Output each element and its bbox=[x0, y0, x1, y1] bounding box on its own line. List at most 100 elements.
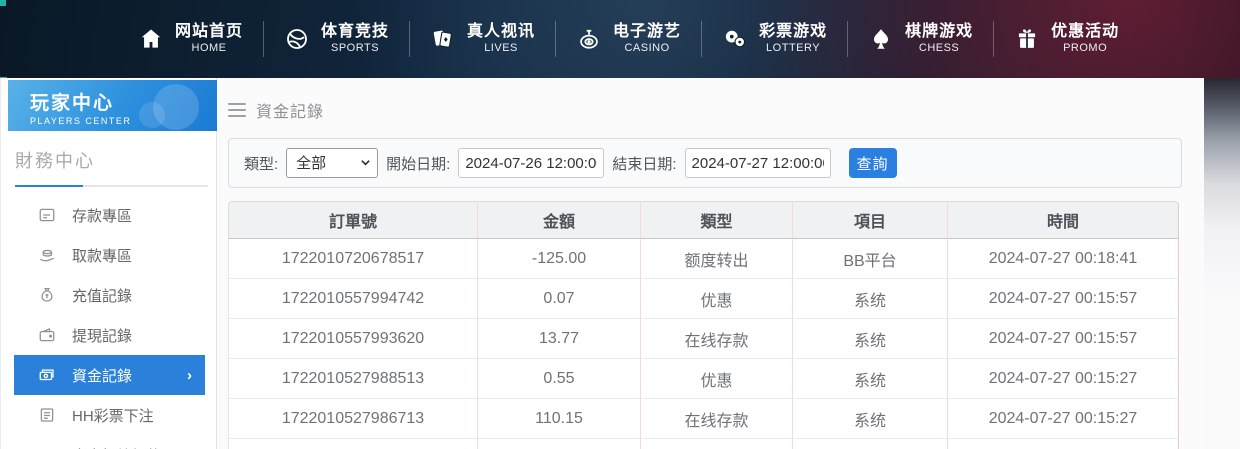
cash-icon bbox=[38, 366, 56, 384]
breadcrumb: 資金記錄 bbox=[228, 78, 1182, 138]
nav-item-text: 彩票游戏 LOTTERY bbox=[759, 22, 827, 56]
start-date-label: 開始日期: bbox=[386, 155, 451, 173]
nav-label-zh: 棋牌游戏 bbox=[905, 23, 974, 41]
nav-item-text: 棋牌游戏 CHESS bbox=[905, 22, 973, 56]
cell-amount bbox=[478, 439, 641, 449]
cell-amount: -125.00 bbox=[478, 239, 641, 279]
sidebar-item-label: 資金記錄 bbox=[72, 367, 133, 385]
cell-order: 1722010557994742 bbox=[228, 279, 478, 319]
nav-item-sports[interactable]: 体育竞技 SPORTS bbox=[264, 22, 409, 56]
sidebar-item-hh-lottery-bets[interactable]: HH彩票下注 bbox=[14, 395, 205, 435]
nav-label-en: LIVES bbox=[484, 42, 518, 55]
cell-time bbox=[948, 439, 1179, 449]
hamburger-menu-icon[interactable] bbox=[228, 103, 246, 117]
page-title: 資金記錄 bbox=[256, 104, 325, 121]
sidebar-item-withdraw-record[interactable]: 提現記錄 bbox=[14, 315, 205, 355]
nav-label-en: CASINO bbox=[624, 42, 670, 55]
lottery-balls-icon bbox=[722, 26, 748, 52]
content-shell: 玩家中心 PLAYERS CENTER 財務中心 存款專區 取款專區 充值記錄 … bbox=[0, 78, 1204, 449]
cell-order: 1722010557993620 bbox=[228, 319, 478, 359]
nav-item-lottery[interactable]: 彩票游戏 LOTTERY bbox=[702, 22, 847, 56]
sports-ball-icon bbox=[284, 26, 310, 52]
sidebar-item-label: 提現記錄 bbox=[72, 327, 133, 345]
sidebar-item-recharge-record[interactable]: 充值記錄 bbox=[14, 275, 205, 315]
nav-label-zh: 电子游艺 bbox=[613, 23, 682, 41]
nav-label-zh: 彩票游戏 bbox=[759, 23, 828, 41]
nav-label-en: CHESS bbox=[918, 42, 960, 55]
nav-label-en: HOME bbox=[191, 42, 227, 55]
table-row: 1722010557993620 13.77 在线存款 系统 2024-07-2… bbox=[228, 319, 1179, 359]
cell-type bbox=[641, 439, 793, 449]
wallet-icon bbox=[38, 326, 56, 344]
type-select-wrap: 全部 bbox=[286, 148, 379, 178]
sidebar-item-label: 充值記錄 bbox=[72, 287, 133, 305]
cell-type: 在线存款 bbox=[641, 399, 793, 439]
cell-amount: 110.15 bbox=[478, 399, 641, 439]
sidebar-item-label: 存款專區 bbox=[72, 207, 133, 225]
cell-time: 2024-07-27 00:15:57 bbox=[948, 319, 1179, 359]
cell-order: 1722010720678517 bbox=[228, 239, 478, 279]
sidebar-item-funds-record[interactable]: 資金記錄 › bbox=[14, 355, 205, 395]
cell-type: 额度转出 bbox=[641, 239, 793, 279]
cell-time: 2024-07-27 00:15:27 bbox=[948, 399, 1179, 439]
type-select[interactable]: 全部 bbox=[286, 148, 379, 178]
sidebar-item-label: HH彩票下注 bbox=[72, 407, 154, 425]
search-button[interactable]: 查詢 bbox=[848, 148, 897, 178]
filter-bar: 類型: 全部 開始日期: 結束日期: 查詢 bbox=[228, 138, 1182, 188]
nav-item-text: 真人视讯 LIVES bbox=[467, 22, 535, 56]
nav-item-lives[interactable]: 真人视讯 LIVES bbox=[410, 22, 555, 56]
cell-time: 2024-07-27 00:15:27 bbox=[948, 359, 1179, 399]
sidebar-item-withdraw[interactable]: 取款專區 bbox=[14, 235, 205, 275]
cell-type: 优惠 bbox=[641, 279, 793, 319]
main-navigation: 网站首页 HOME 体育竞技 SPORTS 真人视讯 LIVES 电子游艺 CA… bbox=[0, 0, 1240, 78]
nav-item-text: 体育竞技 SPORTS bbox=[321, 22, 389, 56]
nav-item-chess[interactable]: 棋牌游戏 CHESS bbox=[848, 22, 993, 56]
nav-label-zh: 优惠活动 bbox=[1051, 23, 1120, 41]
nav-item-home[interactable]: 网站首页 HOME bbox=[118, 22, 263, 56]
home-icon bbox=[138, 26, 164, 52]
cell-order: 1722010527986713 bbox=[228, 399, 478, 439]
end-date-input[interactable] bbox=[684, 148, 831, 178]
cell-item: 系统 bbox=[793, 359, 948, 399]
cell-amount: 0.55 bbox=[478, 359, 641, 399]
document-icon bbox=[38, 406, 56, 424]
table-row: 1722010527988513 0.55 优惠 系统 2024-07-27 0… bbox=[228, 359, 1179, 399]
chevron-right-icon: › bbox=[187, 366, 192, 384]
nav-item-promo[interactable]: 优惠活动 PROMO bbox=[994, 22, 1139, 56]
sidebar-item-label: 取款專區 bbox=[72, 247, 133, 265]
table-row-partial bbox=[228, 439, 1179, 449]
section-underline bbox=[15, 185, 208, 187]
corner-square-top bbox=[0, 0, 6, 6]
sidebar-menu: 存款專區 取款專區 充值記錄 提現記錄 資金記錄 › HH彩票下注 bbox=[1, 195, 216, 449]
cell-item: BB平台 bbox=[793, 239, 948, 279]
sidebar-item-deposit[interactable]: 存款專區 bbox=[14, 195, 205, 235]
money-bag-icon bbox=[38, 286, 56, 304]
column-header-amount: 金額 bbox=[478, 201, 641, 239]
start-date-input[interactable] bbox=[458, 148, 605, 178]
cell-amount: 13.77 bbox=[478, 319, 641, 359]
nav-item-casino[interactable]: 电子游艺 CASINO bbox=[556, 22, 701, 56]
cell-item: 系统 bbox=[793, 279, 948, 319]
nav-item-text: 网站首页 HOME bbox=[175, 22, 243, 56]
gift-icon bbox=[1014, 26, 1040, 52]
nav-item-text: 电子游艺 CASINO bbox=[613, 22, 681, 56]
table-header-row: 訂單號 金額 類型 項目 時間 bbox=[228, 201, 1179, 239]
nav-label-en: SPORTS bbox=[331, 42, 380, 55]
table-row: 1722010720678517 -125.00 额度转出 BB平台 2024-… bbox=[228, 239, 1179, 279]
column-header-type: 類型 bbox=[641, 201, 793, 239]
withdraw-hand-icon bbox=[38, 246, 56, 264]
cell-item: 系统 bbox=[793, 399, 948, 439]
cell-item: 系统 bbox=[793, 319, 948, 359]
sidebar: 玩家中心 PLAYERS CENTER 財務中心 存款專區 取款專區 充值記錄 … bbox=[0, 78, 217, 449]
type-label: 類型: bbox=[244, 155, 279, 173]
roulette-icon bbox=[576, 26, 602, 52]
cell-type: 优惠 bbox=[641, 359, 793, 399]
finance-section: 財務中心 bbox=[1, 131, 216, 187]
nav-label-zh: 网站首页 bbox=[175, 23, 244, 41]
sidebar-header: 玩家中心 PLAYERS CENTER bbox=[8, 80, 217, 131]
sidebar-item-room-bet-record[interactable]: 廳室投註記錄 bbox=[14, 435, 205, 449]
sidebar-item-label: 廳室投註記錄 bbox=[72, 445, 162, 449]
finance-section-title: 財務中心 bbox=[15, 151, 95, 171]
playing-cards-icon bbox=[430, 26, 456, 52]
circle-decoration bbox=[139, 102, 165, 128]
